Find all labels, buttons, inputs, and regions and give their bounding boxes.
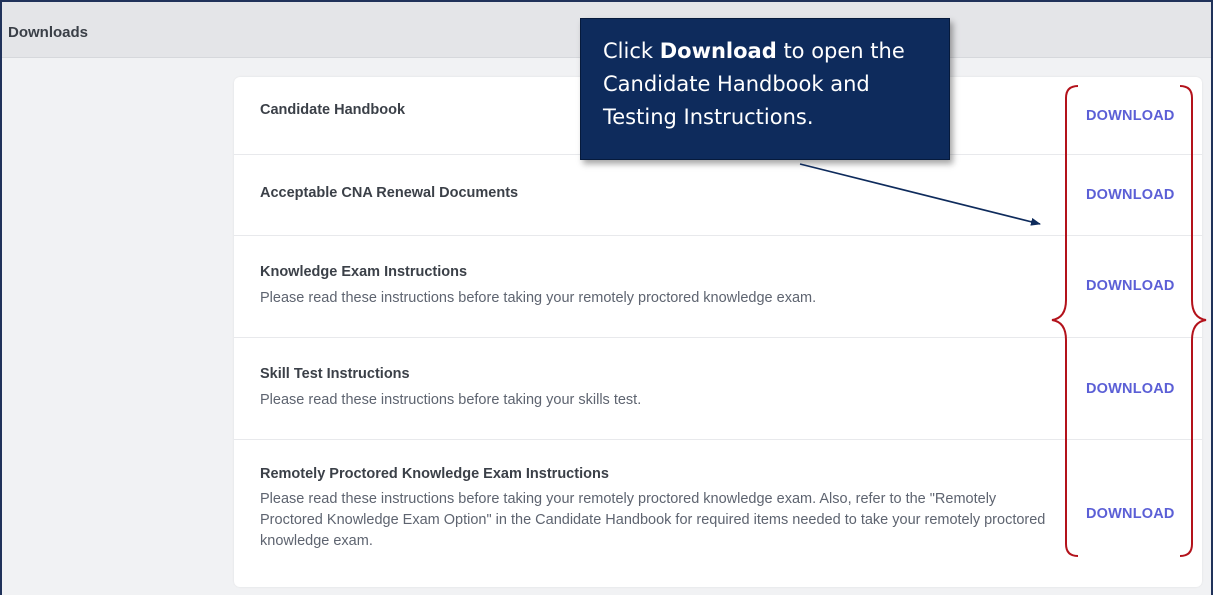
row-title: Knowledge Exam Instructions (260, 264, 468, 280)
download-button-skill-test-instructions[interactable]: DOWNLOAD (1086, 381, 1175, 397)
row-description: Please read these instructions before ta… (260, 491, 1046, 549)
row-title: Acceptable CNA Renewal Documents (260, 185, 519, 201)
panel-title: Downloads (8, 24, 89, 41)
download-row-knowledge-exam-instructions: Knowledge Exam Instructions Please read … (234, 236, 1202, 338)
download-button-remote-exam-instructions[interactable]: DOWNLOAD (1086, 506, 1175, 522)
row-title: Remotely Proctored Knowledge Exam Instru… (260, 466, 609, 482)
instruction-callout: Click Download to open the Candidate Han… (580, 18, 950, 160)
callout-bold-word: Download (659, 39, 777, 63)
download-row-remote-exam-instructions: Remotely Proctored Knowledge Exam Instru… (234, 440, 1202, 587)
row-title: Candidate Handbook (260, 102, 406, 118)
callout-text: Click Download to open the Candidate Han… (603, 35, 933, 134)
row-description: Please read these instructions before ta… (260, 290, 817, 306)
row-description: Please read these instructions before ta… (260, 392, 642, 408)
download-button-candidate-handbook[interactable]: DOWNLOAD (1086, 108, 1175, 124)
download-button-cna-renewal-documents[interactable]: DOWNLOAD (1086, 187, 1175, 203)
download-row-cna-renewal-documents: Acceptable CNA Renewal Documents DOWNLOA… (234, 155, 1202, 236)
row-title: Skill Test Instructions (260, 366, 410, 382)
download-button-knowledge-exam-instructions[interactable]: DOWNLOAD (1086, 278, 1175, 294)
callout-prefix: Click (603, 39, 660, 63)
download-row-skill-test-instructions: Skill Test Instructions Please read thes… (234, 338, 1202, 440)
